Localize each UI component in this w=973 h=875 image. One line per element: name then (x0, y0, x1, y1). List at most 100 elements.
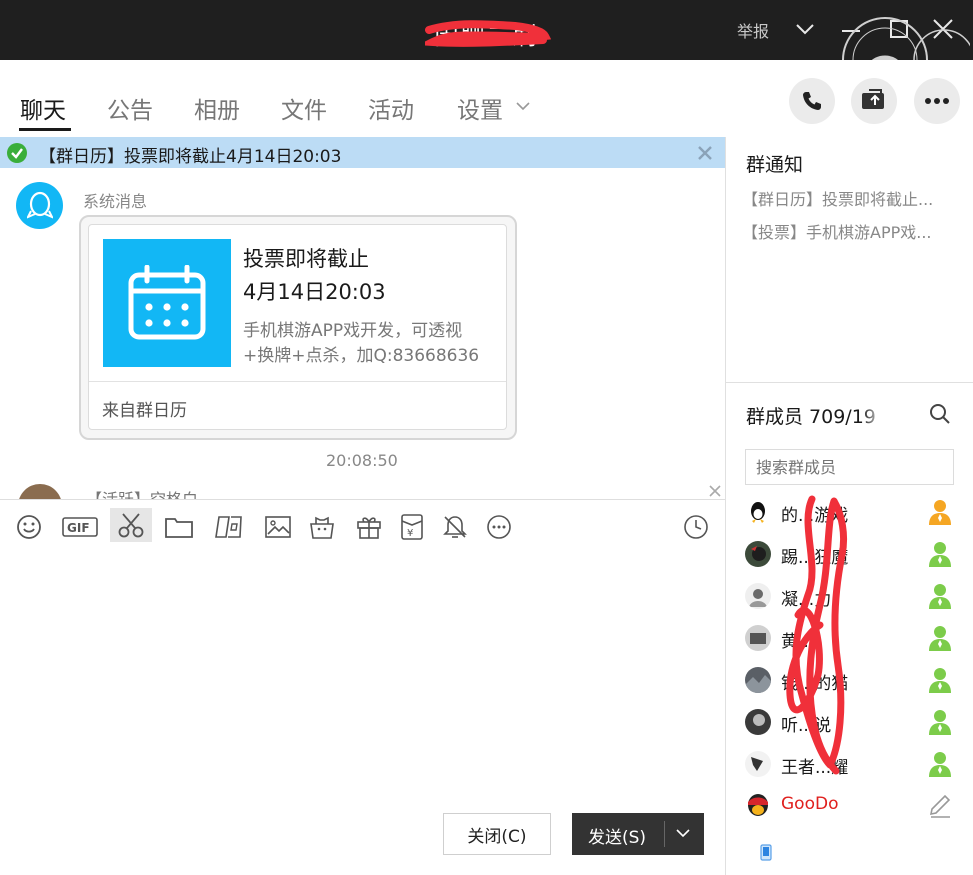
tab-settings[interactable]: 设置 (457, 91, 503, 125)
calendar-icon (128, 265, 206, 340)
pencil-icon[interactable] (928, 791, 952, 819)
screenshot-button[interactable] (110, 508, 152, 542)
group-notice-title[interactable]: 群通知 (746, 150, 803, 177)
history-button[interactable] (681, 513, 711, 541)
members-title-fade (862, 398, 884, 428)
penguin-icon (26, 191, 53, 219)
redaction-scribble (425, 20, 551, 47)
admin-badge-icon (929, 626, 951, 651)
share-screen-button[interactable] (851, 78, 897, 124)
phone-icon (803, 92, 821, 110)
search-icon[interactable] (929, 403, 951, 425)
next-message-peek[interactable]: 【活跃】空格白 (0, 478, 725, 499)
more-circle-icon (487, 515, 511, 539)
system-avatar[interactable] (16, 182, 63, 229)
chevron-down-icon[interactable] (676, 828, 690, 838)
panel-divider (725, 137, 726, 875)
share-screen-icon (862, 89, 884, 109)
tab-chat[interactable]: 聊天 (20, 91, 66, 125)
mobile-icon[interactable] (760, 844, 772, 861)
card-description-line1: 手机棋游APP戏开发，可透视 (243, 321, 463, 341)
mute-button[interactable] (440, 513, 470, 541)
tab-announcement[interactable]: 公告 (107, 91, 153, 125)
input-divider (0, 499, 725, 500)
chevron-down-icon[interactable] (794, 20, 816, 38)
file-button[interactable] (164, 513, 194, 541)
send-button[interactable]: 发送(S) (572, 813, 704, 855)
admin-badge-icon (929, 584, 951, 609)
send-divider (664, 821, 665, 847)
penguin-icon (751, 502, 765, 523)
app-button[interactable] (214, 513, 244, 541)
avatar (18, 484, 62, 499)
calendar-card-image (103, 239, 231, 367)
image-icon (265, 516, 291, 538)
shop-button[interactable] (307, 513, 337, 541)
close-button[interactable]: 关闭(C) (443, 813, 551, 855)
group-notice-item[interactable]: 【群日历】投票即将截止... (742, 186, 968, 210)
gift-button[interactable] (354, 513, 384, 541)
red-packet-button[interactable]: ¥ (397, 513, 427, 541)
gif-icon: GIF (62, 517, 98, 537)
more-button[interactable] (914, 78, 960, 124)
avatar (745, 751, 771, 777)
close-icon[interactable] (708, 484, 722, 498)
scissors-icon (118, 513, 144, 538)
send-button-label: 发送(S) (588, 828, 647, 848)
admin-badge-icon (929, 668, 951, 693)
message-timestamp: 20:08:50 (326, 451, 398, 470)
avatar (745, 709, 771, 735)
tab-files[interactable]: 文件 (281, 91, 327, 125)
tab-activity[interactable]: 活动 (368, 91, 414, 125)
emoji-icon (17, 515, 41, 539)
card-deadline: 4月14日20:03 (243, 280, 386, 304)
penguin-icon (748, 794, 768, 816)
folder-icon (165, 518, 193, 538)
tab-album[interactable]: 相册 (194, 91, 240, 125)
owner-badge-icon (929, 500, 951, 525)
redaction-scribble (786, 495, 848, 775)
call-button[interactable] (789, 78, 835, 124)
tiles-icon (215, 516, 242, 538)
members-title: 群成员 709/19 (746, 406, 876, 428)
clock-icon (684, 515, 708, 539)
more-icon (925, 98, 949, 104)
gift-icon (357, 517, 381, 539)
check-circle-icon (7, 143, 27, 163)
svg-text:¥: ¥ (407, 528, 413, 539)
avatar (745, 667, 771, 693)
title-bar: 闲聊二刷 举报 (0, 0, 973, 76)
red-packet-icon: ¥ (401, 514, 423, 540)
pinned-notice-text: 【群日历】投票即将截止4月14日20:03 (39, 147, 342, 167)
admin-badge-icon (929, 710, 951, 735)
bag-icon (310, 516, 334, 539)
card-title: 投票即将截止 (243, 247, 369, 271)
admin-badge-icon (929, 752, 951, 777)
admin-badge-icon (929, 542, 951, 567)
member-item-self[interactable]: GooDo (745, 790, 955, 822)
next-message-sender: 【活跃】空格白 (86, 486, 198, 499)
close-icon[interactable] (697, 145, 713, 161)
bell-mute-icon (443, 516, 467, 538)
card-description-line2: +换牌+点杀，加Q:83668636 (243, 346, 480, 366)
svg-text:GIF: GIF (67, 521, 90, 535)
card-divider (89, 381, 506, 382)
group-notice-item[interactable]: 【投票】手机棋游APP戏... (742, 219, 968, 243)
right-panel-divider (726, 382, 973, 383)
avatar (745, 541, 771, 567)
avatar (745, 583, 771, 609)
member-name: GooDo (781, 794, 839, 814)
pinned-notice-bar[interactable]: 【群日历】投票即将截止4月14日20:03 (0, 137, 725, 168)
image-button[interactable] (263, 513, 293, 541)
avatar (745, 625, 771, 651)
gif-button[interactable]: GIF (61, 513, 99, 541)
report-link[interactable]: 举报 (737, 18, 769, 42)
sender-name: 系统消息 (83, 192, 148, 211)
member-search-input[interactable] (745, 449, 954, 485)
message-input[interactable] (0, 548, 725, 798)
more-tools-button[interactable] (484, 513, 514, 541)
active-tab-indicator (19, 128, 71, 131)
card-source: 来自群日历 (102, 401, 187, 421)
chevron-down-icon[interactable] (516, 101, 530, 111)
emoji-button[interactable] (14, 513, 44, 541)
